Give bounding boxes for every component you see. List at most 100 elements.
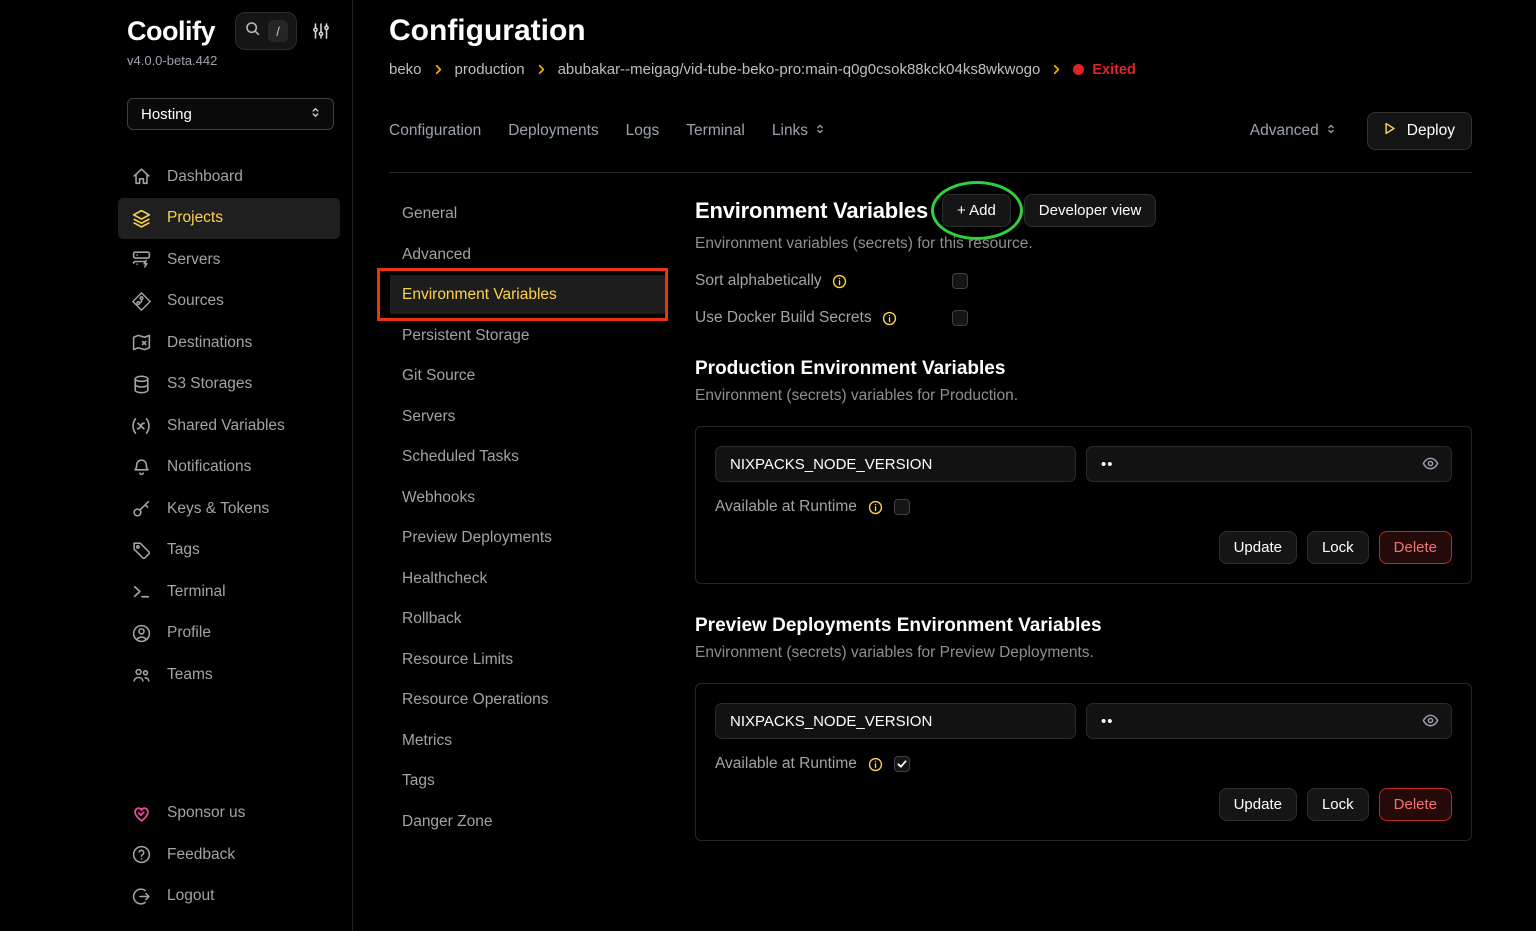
app-logo: Coolify: [127, 16, 215, 47]
sidebar-footer-nav: Sponsor us Feedback Logout: [118, 793, 340, 920]
env-var-inputs-row: [715, 703, 1452, 739]
docker-build-secrets-label: Use Docker Build Secrets: [695, 309, 872, 327]
eye-icon[interactable]: [1421, 454, 1440, 478]
help-circle-icon: [130, 844, 152, 866]
delete-button[interactable]: Delete: [1379, 788, 1452, 821]
info-icon: [867, 756, 884, 773]
server-icon: [130, 249, 152, 271]
sidebar-item-s3-storages[interactable]: S3 Storages: [118, 364, 340, 406]
lock-button[interactable]: Lock: [1307, 788, 1369, 821]
breadcrumb-team[interactable]: beko: [389, 61, 422, 78]
subnav-item-webhooks[interactable]: Webhooks: [390, 478, 665, 517]
subnav-item-label: Environment Variables: [402, 286, 557, 303]
sidebar: Coolify / v4.0.0-beta.442 Hosting Dashbo…: [0, 0, 353, 931]
sidebar-item-sponsor-us[interactable]: Sponsor us: [118, 793, 340, 835]
tab-logs[interactable]: Logs: [626, 122, 660, 140]
docker-build-secrets-checkbox[interactable]: [952, 310, 968, 326]
subnav-item-danger-zone[interactable]: Danger Zone: [390, 802, 665, 841]
tab-links-label: Links: [772, 122, 808, 140]
lock-button[interactable]: Lock: [1307, 531, 1369, 564]
info-icon: [867, 499, 884, 516]
subnav-item-resource-operations[interactable]: Resource Operations: [390, 680, 665, 719]
subnav-item-resource-limits[interactable]: Resource Limits: [390, 640, 665, 679]
subnav-item-persistent-storage[interactable]: Persistent Storage: [390, 316, 665, 355]
breadcrumb-resource[interactable]: abubakar--meigag/vid-tube-beko-pro:main-…: [558, 61, 1041, 78]
sidebar-item-logout[interactable]: Logout: [118, 876, 340, 918]
advanced-dropdown[interactable]: Advanced: [1250, 122, 1338, 141]
subnav-item-environment-variables[interactable]: Environment Variables: [390, 275, 665, 314]
heart-icon: [130, 802, 152, 824]
app-version: v4.0.0-beta.442: [127, 53, 340, 68]
panel-title: Environment Variables: [695, 198, 928, 224]
developer-view-button[interactable]: Developer view: [1024, 194, 1157, 227]
env-var-card-production: Available at Runtime Update Lock Delete: [695, 426, 1472, 584]
env-var-card-preview: Available at Runtime Update Lock Delete: [695, 683, 1472, 841]
tab-configuration[interactable]: Configuration: [389, 122, 481, 140]
sidebar-item-sources[interactable]: Sources: [118, 281, 340, 323]
update-button[interactable]: Update: [1219, 788, 1297, 821]
env-var-value-wrap: [1086, 703, 1452, 739]
env-var-key-input[interactable]: [715, 446, 1076, 482]
key-icon: [130, 498, 152, 520]
add-button[interactable]: + Add: [942, 194, 1011, 227]
search-button[interactable]: /: [235, 12, 297, 50]
sidebar-item-notifications[interactable]: Notifications: [118, 447, 340, 489]
subnav-item-healthcheck[interactable]: Healthcheck: [390, 559, 665, 598]
users-icon: [130, 664, 152, 686]
tab-links[interactable]: Links: [772, 122, 827, 141]
tabbar: Configuration Deployments Logs Terminal …: [389, 112, 1472, 173]
subnav-item-servers[interactable]: Servers: [390, 397, 665, 436]
subnav-item-metrics[interactable]: Metrics: [390, 721, 665, 760]
env-var-actions: Update Lock Delete: [715, 531, 1452, 564]
available-at-runtime-checkbox[interactable]: [894, 756, 910, 772]
sidebar-item-shared-variables[interactable]: Shared Variables: [118, 405, 340, 447]
tab-terminal[interactable]: Terminal: [686, 122, 745, 140]
sidebar-item-label: Dashboard: [167, 168, 243, 186]
sidebar-item-label: Keys & Tokens: [167, 500, 269, 518]
env-var-inputs-row: [715, 446, 1452, 482]
available-at-runtime-checkbox[interactable]: [894, 499, 910, 515]
eye-icon[interactable]: [1421, 711, 1440, 735]
available-at-runtime-row: Available at Runtime: [715, 755, 1452, 773]
settings-sliders-icon[interactable]: [311, 21, 331, 41]
sidebar-item-label: Tags: [167, 541, 200, 559]
env-var-value-input[interactable]: [1086, 446, 1452, 482]
sidebar-item-terminal[interactable]: Terminal: [118, 571, 340, 613]
tab-deployments[interactable]: Deployments: [508, 122, 598, 140]
subnav-item-scheduled-tasks[interactable]: Scheduled Tasks: [390, 437, 665, 476]
subnav-item-git-source[interactable]: Git Source: [390, 356, 665, 395]
sidebar-item-label: S3 Storages: [167, 375, 252, 393]
subnav-item-preview-deployments[interactable]: Preview Deployments: [390, 518, 665, 557]
logout-icon: [130, 885, 152, 907]
sidebar-item-dashboard[interactable]: Dashboard: [118, 156, 340, 198]
delete-button[interactable]: Delete: [1379, 531, 1452, 564]
info-icon: [831, 273, 848, 290]
sidebar-item-profile[interactable]: Profile: [118, 613, 340, 655]
deploy-button[interactable]: Deploy: [1367, 112, 1472, 150]
sort-alphabetically-checkbox[interactable]: [952, 273, 968, 289]
sidebar-nav: Dashboard Projects Servers Sources Desti…: [118, 156, 340, 696]
sidebar-item-destinations[interactable]: Destinations: [118, 322, 340, 364]
configuration-content: General Advanced Environment Variables P…: [389, 194, 1472, 931]
env-var-value-input[interactable]: [1086, 703, 1452, 739]
sidebar-item-tags[interactable]: Tags: [118, 530, 340, 572]
env-var-key-input[interactable]: [715, 703, 1076, 739]
panel-subtitle: Environment variables (secrets) for this…: [695, 235, 1472, 253]
chevron-up-down-icon: [813, 122, 827, 141]
sidebar-item-servers[interactable]: Servers: [118, 239, 340, 281]
update-button[interactable]: Update: [1219, 531, 1297, 564]
sidebar-item-teams[interactable]: Teams: [118, 654, 340, 696]
subnav-item-general[interactable]: General: [390, 194, 665, 233]
breadcrumb-environment[interactable]: production: [455, 61, 525, 78]
subnav-item-rollback[interactable]: Rollback: [390, 599, 665, 638]
chevron-right-icon: [534, 62, 549, 77]
sidebar-item-label: Profile: [167, 624, 211, 642]
subnav-item-advanced[interactable]: Advanced: [390, 235, 665, 274]
sidebar-item-feedback[interactable]: Feedback: [118, 834, 340, 876]
sidebar-item-projects[interactable]: Projects: [118, 198, 340, 240]
sidebar-item-keys-tokens[interactable]: Keys & Tokens: [118, 488, 340, 530]
production-section-subtitle: Environment (secrets) variables for Prod…: [695, 387, 1472, 405]
team-select[interactable]: Hosting: [127, 98, 334, 130]
terminal-icon: [130, 581, 152, 603]
subnav-item-tags[interactable]: Tags: [390, 761, 665, 800]
